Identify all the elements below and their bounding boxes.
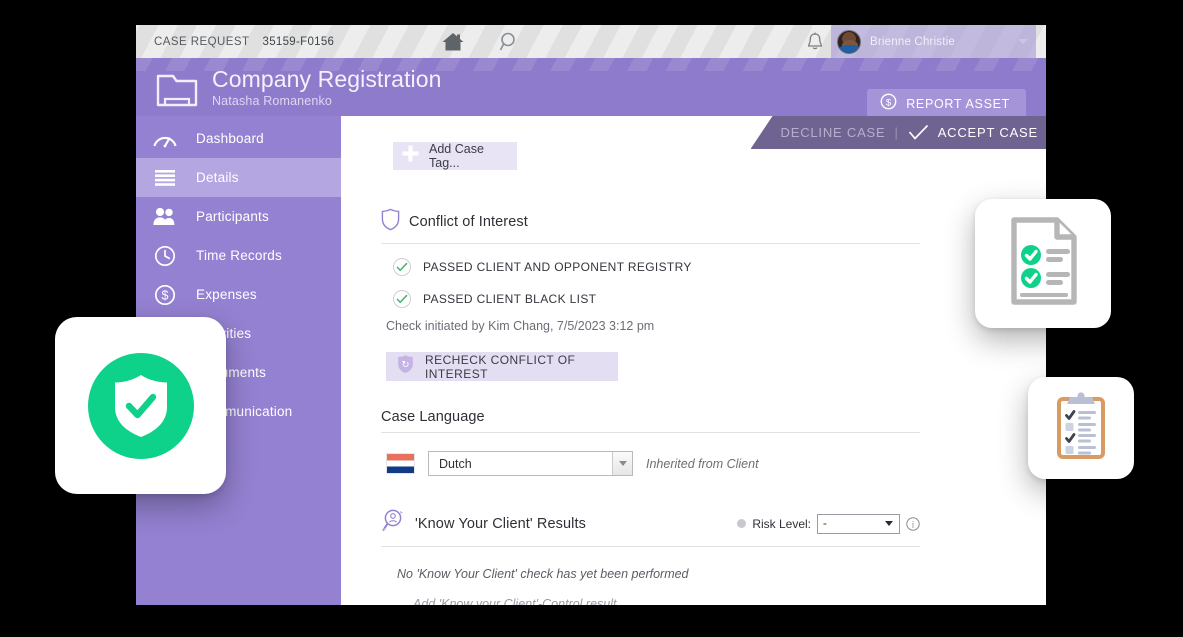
conflict-check-meta: Check initiated by Kim Chang, 7/5/2023 3… [386,319,655,333]
bell-icon[interactable] [805,31,825,52]
shield-outline-icon [381,208,400,236]
header-titles: Company Registration Natasha Romanenko [212,66,442,108]
svg-text:i: i [912,519,915,529]
svg-text:↻: ↻ [402,359,410,370]
recheck-conflict-label: RECHECK CONFLICT OF INTEREST [425,352,576,381]
breadcrumb-label: CASE REQUEST [154,35,250,48]
section-header: Conflict of Interest [381,208,920,244]
kyc-results-section: 'Know Your Client' Results Risk Level: -… [381,508,920,605]
language-row: Dutch Inherited from Client [386,451,920,476]
section-header: 'Know Your Client' Results Risk Level: -… [381,508,920,547]
top-bar: CASE REQUEST 35159-F0156 Brienne Christi… [136,25,1046,58]
case-action-ribbon: DECLINE CASE | ACCEPT CASE [750,116,1046,149]
plus-icon [400,143,421,169]
conflict-of-interest-section: Conflict of Interest PASSED CLIENT AND O… [381,208,920,381]
shield-check-icon [87,352,194,459]
risk-level-value: - [823,517,827,530]
sidebar-item-details[interactable]: Details [136,158,341,197]
case-language-value: Dutch [439,456,472,471]
sidebar-item-label: Time Records [196,248,282,263]
decline-case-button[interactable]: DECLINE CASE [781,125,886,140]
section-title: 'Know Your Client' Results [415,515,586,532]
conflict-check-row: PASSED CLIENT BLACK LIST [393,290,920,308]
section-title: Conflict of Interest [409,214,528,230]
folder-icon [156,72,198,113]
chevron-down-icon[interactable] [885,520,893,526]
home-icon[interactable] [440,31,466,53]
accept-case-button[interactable]: ACCEPT CASE [938,125,1038,140]
check-icon [393,290,411,308]
check-icon [393,258,411,276]
dollar-circle-icon: $ [152,284,178,306]
document-checklist-card [975,199,1111,328]
conflict-check-label: PASSED CLIENT AND OPPONENT REGISTRY [423,260,692,274]
sidebar-item-dashboard[interactable]: Dashboard [136,119,341,158]
app-window: CASE REQUEST 35159-F0156 Brienne Christi… [136,25,1046,605]
shield-refresh-icon: ↻ [397,354,414,379]
user-name: Brienne Christie [870,35,956,48]
clock-icon [152,245,178,267]
sidebar-item-expenses[interactable]: $ Expenses [136,275,341,314]
chevron-down-icon[interactable] [612,452,632,475]
risk-level-label: Risk Level: [752,516,811,531]
search-icon[interactable] [498,31,520,53]
risk-level-group: Risk Level: - i [737,513,920,534]
sidebar-item-label: Participants [196,209,269,224]
case-number: 35159-F0156 [262,35,335,48]
kyc-add-result-link[interactable]: Add 'Know your Client'-Control result... [413,597,920,605]
user-menu[interactable]: Brienne Christie [831,25,1036,58]
report-asset-button[interactable]: $ REPORT ASSET [867,89,1026,119]
gauge-icon [152,129,178,149]
add-case-tag-button[interactable]: Add Case Tag... [393,142,517,170]
page-title: Company Registration [212,66,442,92]
list-lines-icon [152,168,178,188]
people-icon [152,206,178,227]
page-subtitle: Natasha Romanenko [212,94,332,109]
topbar-user-area: Brienne Christie [805,25,1046,58]
section-title: Case Language [381,409,485,425]
main-content: DECLINE CASE | ACCEPT CASE Add Case Tag.… [341,116,1046,605]
language-inherited-note: Inherited from Client [646,456,759,471]
sidebar-item-participants[interactable]: Participants [136,197,341,236]
sidebar-item-time-records[interactable]: Time Records [136,236,341,275]
info-icon[interactable]: i [906,516,920,531]
shield-check-card [55,317,226,494]
sidebar-item-label: Expenses [196,287,257,302]
ribbon-separator: | [894,125,899,140]
status-dot-icon [737,519,747,528]
risk-level-select[interactable]: - [817,513,900,534]
body: Dashboard Details Participants Time Reco… [136,116,1046,605]
case-language-select[interactable]: Dutch [428,451,633,476]
chevron-down-icon[interactable] [1018,39,1028,44]
recheck-conflict-button[interactable]: ↻ RECHECK CONFLICT OF INTEREST [386,352,618,381]
sidebar-item-label: Dashboard [196,131,264,146]
breadcrumb: CASE REQUEST 35159-F0156 [154,36,334,48]
kyc-empty-text: No 'Know Your Client' check has yet been… [397,567,689,581]
sidebar-item-label: Details [196,170,239,185]
page-header: Company Registration Natasha Romanenko $… [136,58,1046,119]
kyc-magnifier-person-icon [381,508,406,539]
add-case-tag-label: Add Case Tag... [429,142,484,170]
case-language-section: Case Language Dutch Inherited from Clien… [381,409,920,476]
dollar-circle-icon: $ [880,93,897,115]
avatar [837,29,861,54]
flag-netherlands-icon [386,453,415,474]
report-asset-label: REPORT ASSET [906,97,1010,111]
clipboard-checklist-card [1028,377,1134,479]
check-icon [908,124,929,141]
section-header: Case Language [381,409,920,433]
clipboard-check-icon [1050,390,1112,467]
conflict-check-row: PASSED CLIENT AND OPPONENT REGISTRY [393,258,920,276]
svg-text:$: $ [886,97,892,108]
svg-text:$: $ [162,288,169,302]
conflict-check-label: PASSED CLIENT BLACK LIST [423,292,597,306]
document-check-icon [1000,214,1086,313]
